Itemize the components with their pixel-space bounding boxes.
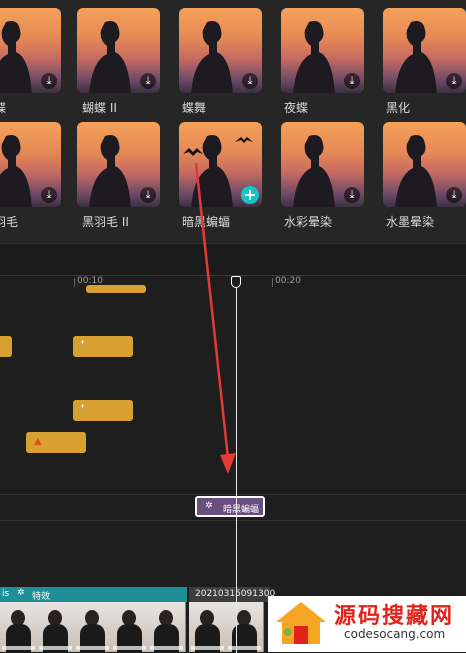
house-logo-icon xyxy=(276,602,326,644)
annotation-arrow xyxy=(194,162,236,474)
watermark-title: 源码搜藏网 xyxy=(334,604,455,629)
watermark: 源码搜藏网 codesocang.com xyxy=(268,596,466,652)
watermark-url: codesocang.com xyxy=(344,627,446,641)
